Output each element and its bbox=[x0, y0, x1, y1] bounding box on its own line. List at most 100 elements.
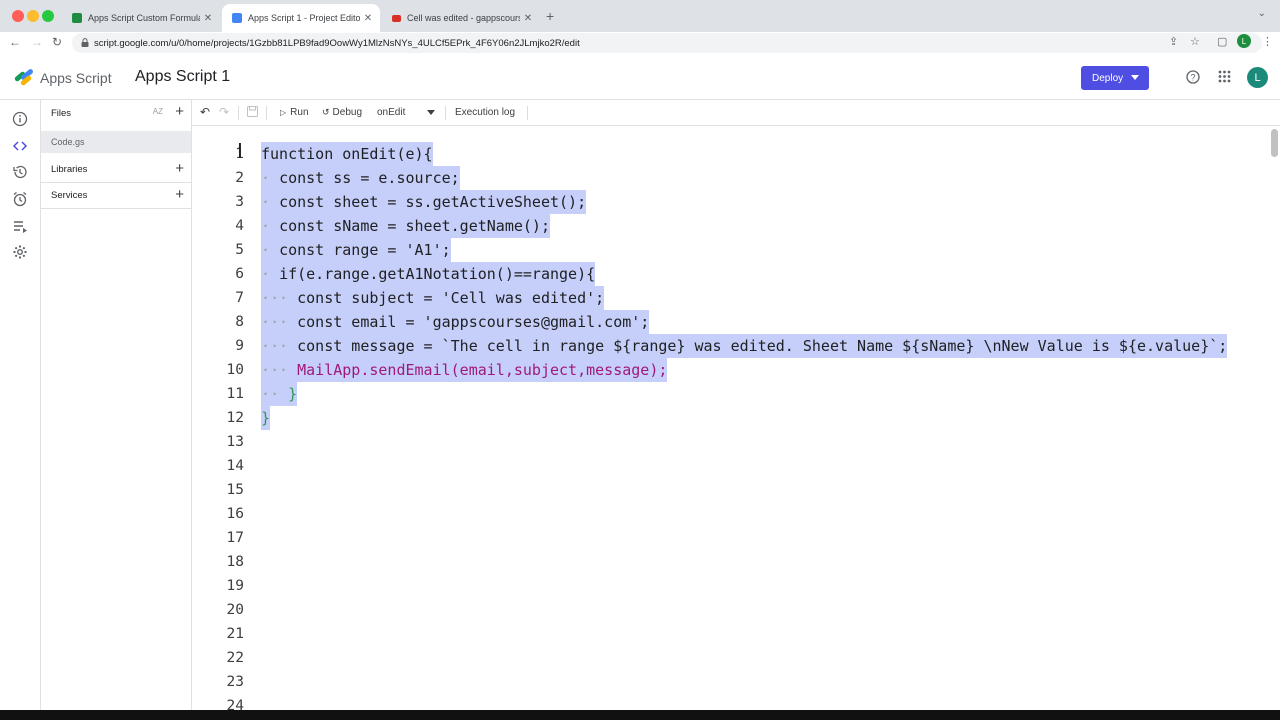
line-number: 10 bbox=[226, 362, 244, 378]
line-number: 19 bbox=[226, 578, 244, 594]
libraries-section[interactable]: Libraries + bbox=[41, 157, 191, 183]
forward-arrow-icon[interactable]: → bbox=[31, 35, 43, 49]
chevron-down-icon[interactable]: ⌄ bbox=[1258, 8, 1266, 19]
caret-down-icon bbox=[1131, 75, 1139, 80]
function-select[interactable]: onEdit bbox=[377, 107, 436, 118]
services-label: Services bbox=[51, 190, 88, 201]
editor-toolbar: ↶ ↷ ▷ Run ↺ Debug onEdit Execution log bbox=[192, 100, 1280, 126]
code-text: } bbox=[288, 385, 298, 403]
app-header: Apps Script Apps Script 1 Deploy ? L bbox=[0, 56, 1280, 100]
triggers-alarm-icon[interactable] bbox=[12, 191, 28, 207]
add-file-icon[interactable]: + bbox=[175, 104, 184, 120]
line-number: 11 bbox=[226, 386, 244, 402]
undo-icon[interactable]: ↶ bbox=[200, 105, 210, 119]
left-rail bbox=[0, 100, 41, 710]
code-text: MailApp.sendEmail(email,subject,message)… bbox=[297, 361, 668, 379]
code-line: · const sheet = ss.getActiveSheet(); bbox=[261, 190, 587, 214]
toolbar-divider bbox=[445, 106, 446, 120]
code-line: · const sName = sheet.getName(); bbox=[261, 214, 550, 238]
debug-icon: ↺ bbox=[322, 107, 330, 117]
code-line: ··· const message = `The cell in range $… bbox=[261, 334, 1228, 358]
line-number: 4 bbox=[235, 218, 244, 234]
side-panel-icon[interactable]: ▢ bbox=[1217, 35, 1227, 48]
redo-icon[interactable]: ↷ bbox=[219, 105, 229, 119]
browser-profile-avatar[interactable]: L bbox=[1237, 34, 1251, 48]
help-icon[interactable]: ? bbox=[1186, 70, 1200, 87]
overview-info-icon[interactable] bbox=[12, 111, 28, 127]
back-arrow-icon[interactable]: ← bbox=[9, 35, 21, 49]
code-text: const subject = 'Cell was edited'; bbox=[297, 289, 605, 307]
files-header: Files AZ + bbox=[41, 100, 191, 126]
text-cursor-icon: I bbox=[237, 139, 243, 163]
browser-menu-icon[interactable]: ⋮ bbox=[1262, 35, 1273, 48]
add-library-icon[interactable]: + bbox=[175, 161, 184, 177]
editor-scrollbar[interactable] bbox=[1271, 129, 1278, 157]
line-number: 23 bbox=[226, 674, 244, 690]
account-avatar[interactable]: L bbox=[1247, 67, 1268, 88]
code-text: } bbox=[261, 409, 271, 427]
code-text: const ss = e.source; bbox=[279, 169, 460, 187]
code-line: ··· const email = 'gappscourses@gmail.co… bbox=[261, 310, 650, 334]
debug-label: Debug bbox=[332, 107, 363, 118]
line-number: 12 bbox=[226, 410, 244, 426]
files-panel: Files AZ + Code.gs Libraries + Services … bbox=[41, 100, 192, 710]
gmail-icon bbox=[392, 14, 401, 22]
settings-gear-icon[interactable] bbox=[12, 244, 28, 260]
project-title[interactable]: Apps Script 1 bbox=[135, 68, 230, 86]
history-icon[interactable] bbox=[12, 164, 28, 180]
address-bar[interactable]: script.google.com/u/0/home/projects/1Gzb… bbox=[72, 33, 1262, 53]
new-tab-button[interactable]: + bbox=[546, 8, 554, 24]
code-editor[interactable]: 1 2 3 4 5 6 7 8 9 10 11 12 13 14 15 16 17 18 19 20 21 22 23 24 … bbox=[192, 127, 1280, 710]
add-service-icon[interactable]: + bbox=[175, 187, 184, 203]
line-number: 7 bbox=[235, 290, 244, 306]
function-select-value: onEdit bbox=[377, 107, 406, 118]
browser-tab[interactable]: Cell was edited - gappscourses ✕ bbox=[382, 4, 540, 32]
browser-tab[interactable]: Apps Script Custom Formulas ✕ bbox=[62, 4, 220, 32]
deploy-label: Deploy bbox=[1092, 72, 1124, 84]
code-line: function onEdit(e){ bbox=[261, 142, 433, 166]
save-icon[interactable] bbox=[247, 106, 258, 117]
maximize-window-button[interactable] bbox=[42, 10, 54, 22]
code-text: const range = 'A1'; bbox=[279, 241, 451, 259]
code-line: ··· MailApp.sendEmail(email,subject,mess… bbox=[261, 358, 668, 382]
file-item-code-gs[interactable]: Code.gs bbox=[41, 131, 191, 153]
line-number: 5 bbox=[235, 242, 244, 258]
files-label: Files bbox=[51, 107, 72, 119]
close-tab-icon[interactable]: ✕ bbox=[200, 13, 216, 24]
services-section[interactable]: Services + bbox=[41, 183, 191, 209]
toolbar-divider bbox=[527, 106, 528, 120]
file-name: Code.gs bbox=[51, 137, 85, 147]
browser-tab-bar: Apps Script Custom Formulas ✕ Apps Scrip… bbox=[0, 0, 1280, 32]
reload-icon[interactable]: ↻ bbox=[52, 35, 62, 49]
debug-button[interactable]: ↺ Debug bbox=[322, 107, 362, 118]
executions-list-icon[interactable] bbox=[12, 218, 28, 234]
line-number: 8 bbox=[235, 314, 244, 330]
line-number: 17 bbox=[226, 530, 244, 546]
code-text: const message = `The cell in range ${ran… bbox=[297, 337, 1228, 355]
minimize-window-button[interactable] bbox=[27, 10, 39, 22]
line-number: 6 bbox=[235, 266, 244, 282]
line-number: 24 bbox=[226, 698, 244, 710]
line-number: 16 bbox=[226, 506, 244, 522]
execution-log-label: Execution log bbox=[455, 107, 516, 118]
tab-title: Apps Script 1 - Project Editor bbox=[248, 13, 360, 23]
sort-az-icon[interactable]: AZ bbox=[153, 107, 163, 116]
play-icon: ▷ bbox=[280, 108, 287, 117]
close-tab-icon[interactable]: ✕ bbox=[360, 13, 376, 24]
sheets-icon bbox=[72, 13, 82, 23]
code-text: if(e.range.getA1Notation()==range){ bbox=[279, 265, 596, 283]
browser-tab-active[interactable]: Apps Script 1 - Project Editor ✕ bbox=[222, 4, 380, 32]
run-button[interactable]: ▷ Run bbox=[280, 107, 309, 118]
close-tab-icon[interactable]: ✕ bbox=[520, 13, 536, 24]
tab-title: Cell was edited - gappscourses bbox=[407, 13, 520, 23]
caret-down-icon bbox=[427, 110, 436, 115]
share-icon[interactable]: ⇪ bbox=[1169, 35, 1178, 48]
apps-grid-icon[interactable] bbox=[1218, 70, 1231, 86]
editor-code-icon[interactable] bbox=[12, 138, 28, 154]
libraries-label: Libraries bbox=[51, 164, 88, 175]
url-text: script.google.com/u/0/home/projects/1Gzb… bbox=[94, 37, 580, 49]
deploy-button[interactable]: Deploy bbox=[1081, 66, 1149, 90]
bookmark-star-icon[interactable]: ☆ bbox=[1190, 35, 1200, 48]
execution-log-button[interactable]: Execution log bbox=[455, 107, 515, 118]
close-window-button[interactable] bbox=[12, 10, 24, 22]
